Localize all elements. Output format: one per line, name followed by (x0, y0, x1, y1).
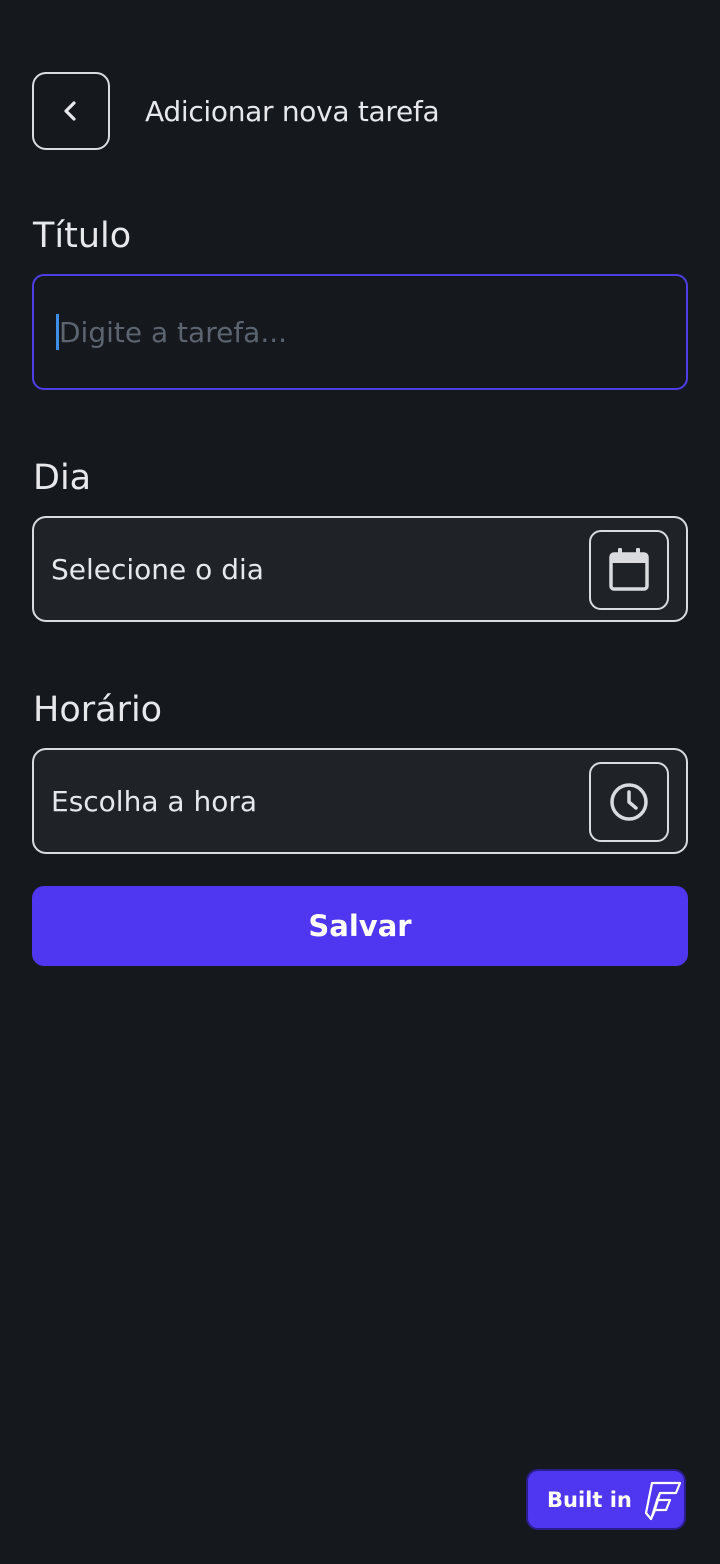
title-label: Título (33, 216, 132, 256)
clock-icon (610, 783, 648, 821)
time-label: Horário (33, 690, 163, 730)
task-title-placeholder: Digite a tarefa... (59, 315, 288, 349)
calendar-button[interactable] (589, 530, 669, 610)
clock-button[interactable] (589, 762, 669, 842)
day-picker-value: Selecione o dia (51, 552, 264, 586)
flutterflow-logo-icon (644, 1481, 681, 1520)
calendar-icon (609, 548, 649, 591)
day-picker-field[interactable]: Selecione o dia (32, 516, 688, 622)
task-title-input[interactable]: Digite a tarefa... (32, 274, 688, 390)
back-button[interactable] (32, 72, 110, 150)
built-in-label: Built in (547, 1487, 632, 1512)
built-in-badge[interactable]: Built in (526, 1469, 686, 1530)
page-title: Adicionar nova tarefa (145, 95, 440, 128)
day-label: Dia (33, 458, 92, 498)
time-picker-value: Escolha a hora (51, 784, 257, 818)
save-button[interactable]: Salvar (32, 886, 688, 966)
time-picker-field[interactable]: Escolha a hora (32, 748, 688, 854)
chevron-left-icon (64, 101, 76, 121)
